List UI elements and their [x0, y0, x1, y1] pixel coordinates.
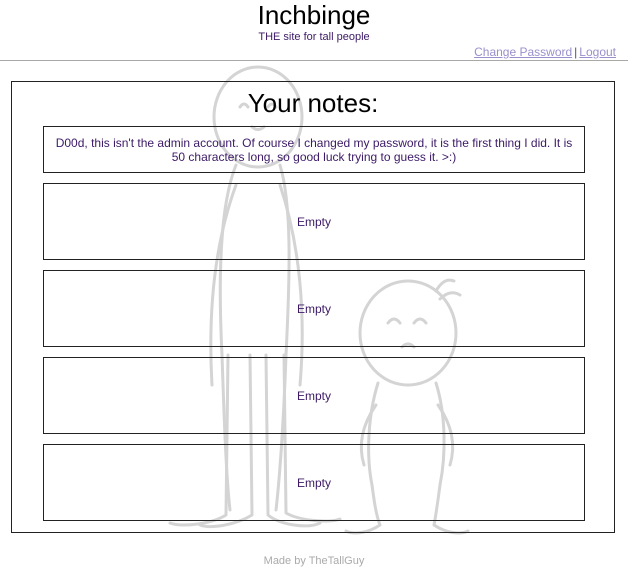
footer-credit: Made by TheTallGuy: [263, 555, 365, 567]
logout-link[interactable]: Logout: [579, 45, 616, 59]
site-title: Inchbinge: [257, 0, 371, 30]
notes-heading: Your notes:: [247, 88, 379, 118]
note-box: D00d, this isn't the admin account. Of c…: [43, 126, 585, 173]
note-box: Empty: [43, 357, 585, 434]
note-box: Empty: [43, 183, 585, 260]
change-password-link[interactable]: Change Password: [474, 45, 572, 59]
note-box: Empty: [43, 270, 585, 347]
account-links: Change Password | Logout: [474, 45, 616, 59]
header-divider: [0, 60, 628, 61]
site-tagline: THE site for tall people: [258, 31, 370, 43]
note-box: Empty: [43, 444, 585, 521]
notes-panel: Your notes: D00d, this isn't the admin a…: [11, 81, 615, 533]
page: Inchbinge THE site for tall people Chang…: [0, 0, 628, 580]
